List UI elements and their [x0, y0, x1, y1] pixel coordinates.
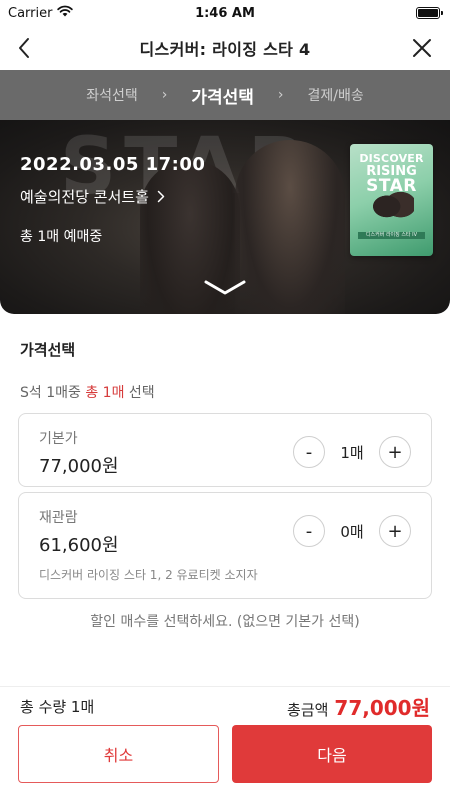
venue-link[interactable]: 예술의전당 콘서트홀: [20, 186, 165, 207]
section-title: 가격선택: [20, 341, 76, 359]
decrease-button[interactable]: -: [293, 436, 325, 468]
chevron-down-icon: [204, 280, 246, 295]
total-price-amount: 77,000원: [334, 696, 430, 720]
booking-step-bar: 좌석선택 › 가격선택 › 결제/배송: [0, 70, 450, 120]
next-button[interactable]: 다음: [232, 725, 432, 783]
total-price-label: 총금액: [287, 701, 329, 719]
back-button[interactable]: [8, 32, 40, 64]
booking-count: 총 1매 예매중: [20, 229, 103, 245]
price-option-card: 재관람 61,600원 디스커버 라이징 스타 1, 2 유료티켓 소지자 - …: [18, 492, 432, 599]
increase-button[interactable]: +: [379, 436, 411, 468]
event-datetime: 2022.03.05 17:00: [20, 154, 206, 175]
decrease-button[interactable]: -: [293, 515, 325, 547]
price-option-price: 61,600원: [39, 535, 119, 556]
step-price-selection[interactable]: 가격선택: [181, 83, 264, 108]
chevron-right-icon: ›: [161, 87, 168, 103]
hero-performer-image: [235, 140, 345, 314]
step-seat-selection[interactable]: 좌석선택: [76, 85, 148, 105]
event-hero: STAR 2022.03.05 17:00 예술의전당 콘서트홀 총 1매 예매…: [0, 120, 450, 314]
quantity-stepper: - 1매 +: [293, 436, 411, 468]
quantity-value: 1매: [340, 443, 364, 462]
hint-suffix: 선택: [124, 385, 155, 401]
quantity-value: 0매: [340, 522, 364, 541]
step-payment-delivery[interactable]: 결제/배송: [298, 85, 374, 105]
selection-hint: S석 1매중 총 1매 선택: [20, 382, 155, 402]
poster-performers-image: [372, 192, 414, 228]
price-option-label: 기본가: [39, 431, 78, 447]
price-option-price: 77,000원: [39, 456, 119, 477]
hint-highlight: 총 1매: [85, 385, 125, 401]
event-poster[interactable]: DISCOVER RISING STAR 디스커버 라이징 스타 IV: [350, 144, 433, 256]
total-quantity: 총 수량 1매: [20, 698, 95, 716]
price-option-card: 기본가 77,000원 - 1매 +: [18, 413, 432, 487]
price-option-label: 재관람: [39, 510, 78, 526]
close-button[interactable]: [406, 32, 438, 64]
poster-band-label: 디스커버 라이징 스타 IV: [358, 232, 425, 239]
checkout-footer: 총 수량 1매 총금액 77,000원 취소 다음: [0, 686, 450, 800]
discount-notice: 할인 매수를 선택하세요. (없으면 기본가 선택): [90, 614, 360, 630]
chevron-right-icon: [157, 190, 165, 203]
page-title: 디스커버: 라이징 스타 4: [139, 40, 311, 59]
hint-prefix: S석 1매중: [20, 385, 86, 401]
status-time: 1:46 AM: [195, 5, 255, 21]
close-icon: [413, 39, 431, 57]
quantity-stepper: - 0매 +: [293, 515, 411, 547]
nav-bar: 디스커버: 라이징 스타 4: [0, 26, 450, 70]
poster-title-line1: DISCOVER: [359, 152, 424, 165]
expand-button[interactable]: [203, 278, 247, 298]
chevron-right-icon: ›: [277, 87, 284, 103]
status-bar: Carrier 1:46 AM: [0, 0, 450, 26]
cancel-button[interactable]: 취소: [18, 725, 219, 783]
venue-name: 예술의전당 콘서트홀: [20, 188, 149, 206]
chevron-left-icon: [19, 38, 29, 58]
total-price: 총금액 77,000원: [287, 692, 430, 721]
battery-icon: [416, 7, 443, 19]
increase-button[interactable]: +: [379, 515, 411, 547]
price-option-note: 디스커버 라이징 스타 1, 2 유료티켓 소지자: [39, 568, 258, 582]
